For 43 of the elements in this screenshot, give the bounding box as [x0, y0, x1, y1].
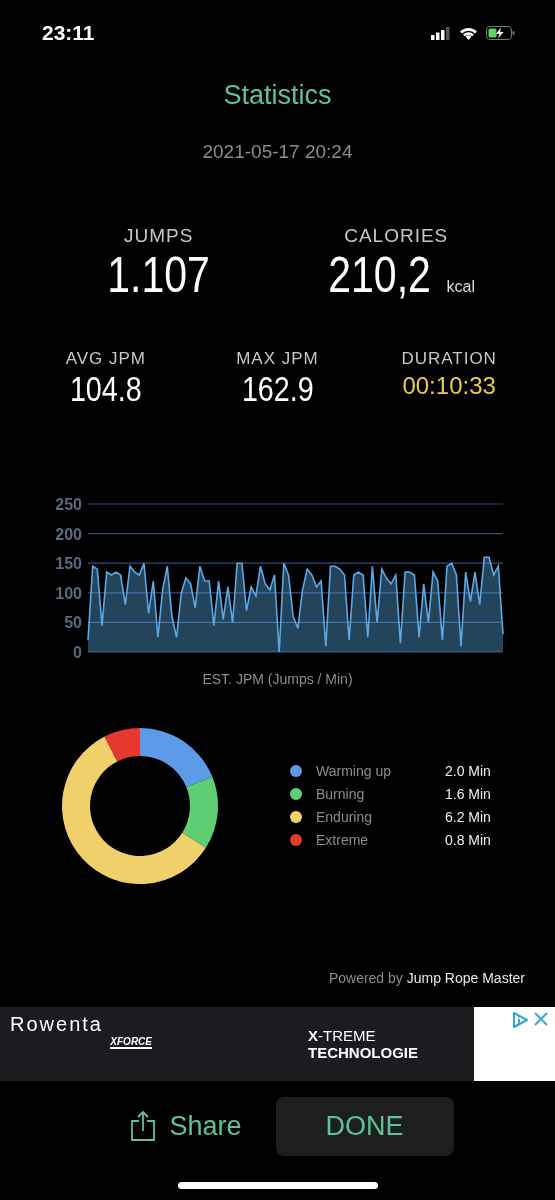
axis-label: 150 [55, 554, 82, 572]
share-icon [131, 1111, 156, 1142]
unit-label: kcal [446, 278, 476, 296]
ad-tagline: TECHNOLOGIE [308, 1043, 419, 1061]
signal-icon [431, 26, 451, 40]
stat-value: 1.107 [107, 247, 211, 305]
stat-label: JUMPS [124, 225, 194, 247]
axis-label: 50 [64, 614, 82, 632]
stat-label: CALORIES [344, 225, 449, 247]
axis-label: 250 [55, 495, 82, 513]
stat-value: 00:10:33 [402, 371, 496, 400]
powered-by-text: Powered by Jump Rope Master [327, 969, 526, 986]
stat-label: DURATION [401, 348, 497, 369]
legend-label: Warming up [316, 763, 392, 780]
status-time: 23:11 [42, 21, 95, 45]
legend-label: Extreme [316, 832, 370, 849]
session-date: 2021-05-17 20:24 [201, 141, 354, 163]
battery-charging-icon [486, 26, 515, 40]
legend-value: 6.2 Min [445, 809, 491, 826]
axis-label: 0 [73, 643, 82, 661]
stat-label: AVG JPM [65, 348, 146, 369]
legend-label: Burning [316, 786, 366, 803]
wifi-icon [459, 26, 478, 40]
ad-banner[interactable]: Rowenta XFORCE X-TREME TECHNOLOGIE [0, 1006, 555, 1081]
stat-label: MAX JPM [236, 348, 319, 369]
ad-sub-logo: XFORCE [110, 1035, 152, 1049]
stat-value: 162.9 [241, 368, 314, 409]
axis-label: 100 [55, 584, 82, 602]
stat-value: 210,2 [328, 247, 432, 305]
legend-label: Enduring [316, 809, 374, 826]
share-button[interactable]: Share [131, 1110, 242, 1142]
ad-headline: X-TREME [308, 1026, 377, 1044]
legend-value: 1.6 Min [445, 786, 491, 803]
stat-value: 104.8 [69, 368, 142, 409]
legend-value: 2.0 Min [445, 763, 491, 780]
legend-value: 0.8 Min [445, 832, 491, 849]
axis-label: 200 [55, 525, 82, 543]
ad-logo: Rowenta [10, 1012, 103, 1036]
axis-title: EST. JPM (Jumps / Min) [201, 670, 354, 687]
ad-choices-icon[interactable] [511, 1010, 529, 1029]
done-button[interactable]: DONE [275, 1096, 454, 1156]
screen-title: Statistics [222, 80, 333, 111]
close-icon[interactable] [533, 1010, 549, 1027]
